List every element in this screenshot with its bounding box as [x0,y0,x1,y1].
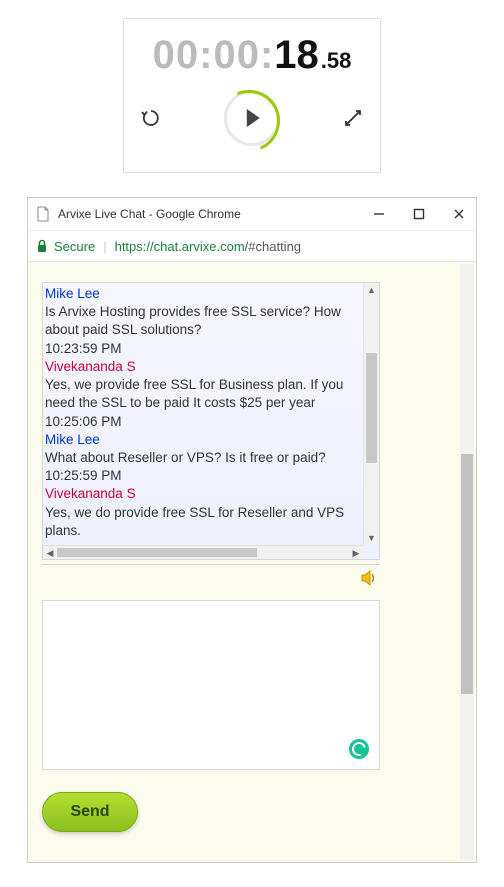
expand-icon [342,107,364,129]
reset-button[interactable] [128,95,174,141]
minimize-icon [373,208,385,220]
chat-sender: Mike Lee [45,285,357,303]
chat-messages: Mike LeeIs Arvixe Hosting provides free … [43,283,361,545]
url-host: https://chat.arvixe.com [115,239,245,254]
address-divider: | [103,239,106,254]
chat-vertical-scrollbar[interactable]: ▲ ▼ [363,283,379,545]
expand-button[interactable] [330,95,376,141]
time-seconds: 18 [274,33,319,78]
close-icon [453,208,465,220]
scroll-up-arrow[interactable]: ▲ [364,283,379,297]
close-button[interactable] [450,205,468,223]
address-bar[interactable]: Secure | https://chat.arvixe.com /#chatt… [28,230,476,262]
page-icon [36,206,50,222]
scroll-down-arrow[interactable]: ▼ [364,531,379,545]
chat-vscroll-thumb[interactable] [366,353,377,463]
send-button[interactable]: Send [42,792,138,832]
sound-toggle[interactable] [360,569,380,592]
secure-label: Secure [54,239,95,254]
compose-area[interactable] [42,600,380,770]
chat-horizontal-scrollbar[interactable]: ◀ ▶ [43,545,363,559]
chat-sender: Vivekananda S [45,485,357,503]
browser-window: Arvixe Live Chat - Google Chrome Secure … [27,197,477,863]
window-titlebar: Arvixe Live Chat - Google Chrome [28,198,476,230]
time-zero-prefix: 00:00: [153,33,275,78]
play-button[interactable] [224,90,280,146]
chat-text: What about Reseller or VPS? Is it free o… [45,449,357,467]
message-input[interactable] [43,601,379,769]
reset-icon [139,106,163,130]
maximize-icon [413,208,425,220]
page-scrollbar-thumb[interactable] [461,454,473,694]
lock-icon [36,239,48,253]
page-scrollbar[interactable] [460,264,474,860]
scroll-right-arrow[interactable]: ▶ [349,546,363,560]
stopwatch-widget: 00:00: 18 .58 [123,18,381,173]
sound-icon [360,569,380,587]
chat-text: Yes, we provide free SSL for Business pl… [45,376,357,412]
chat-text: Is Arvixe Hosting provides free SSL serv… [45,303,357,339]
chat-sender: Vivekananda S [45,358,357,376]
chat-timestamp: 10:25:06 PM [45,413,357,431]
scroll-left-arrow[interactable]: ◀ [43,546,57,560]
minimize-button[interactable] [370,205,388,223]
chat-text: Yes, we do provide free SSL for Reseller… [45,504,357,540]
stopwatch-controls [128,90,376,146]
stopwatch-time: 00:00: 18 .58 [153,33,352,78]
chat-transcript: Mike LeeIs Arvixe Hosting provides free … [42,282,380,560]
time-fraction: .58 [321,48,352,74]
chat-timestamp: 10:23:59 PM [45,340,357,358]
window-title: Arvixe Live Chat - Google Chrome [58,207,241,221]
play-icon [247,109,260,127]
chat-hscroll-thumb[interactable] [57,548,257,557]
maximize-button[interactable] [410,205,428,223]
url-path: /#chatting [245,239,301,254]
page-content: Mike LeeIs Arvixe Hosting provides free … [28,262,476,862]
grammarly-icon[interactable] [349,739,369,759]
chat-timestamp: 10:25:59 PM [45,467,357,485]
chat-sender: Mike Lee [45,431,357,449]
